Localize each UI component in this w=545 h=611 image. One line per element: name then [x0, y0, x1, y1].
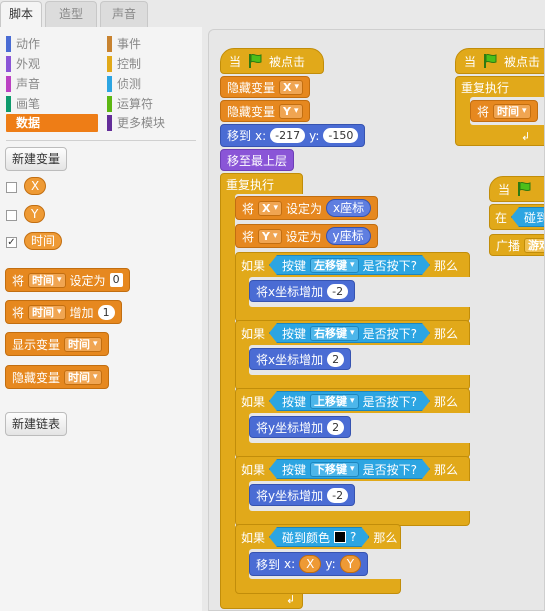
category-control[interactable]: 控制 [107, 55, 141, 73]
category-data[interactable]: 数据 [6, 114, 98, 132]
green-flag-icon [518, 181, 531, 196]
key-pressed-left-sensor[interactable]: 按键 左移键 是否按下? [269, 255, 430, 275]
key-pressed-down-sensor[interactable]: 按键 下移键 是否按下? [269, 459, 430, 479]
green-flag-icon [249, 53, 262, 68]
loop-arrow-icon: ↲ [286, 593, 296, 606]
new-variable-button[interactable]: 新建变量 [5, 147, 68, 171]
tab-sounds[interactable]: 声音 [100, 1, 148, 27]
value-input[interactable]: 1 [97, 304, 115, 320]
value-input[interactable]: 0 [109, 273, 123, 287]
change-variable-block[interactable]: 将 时间 增加 1 [5, 300, 122, 324]
key-dropdown[interactable]: 右移键 [310, 326, 359, 341]
wait-until-header: 在 碰到 [493, 206, 545, 228]
variable-x-reporter[interactable]: X [299, 555, 322, 573]
variable-dropdown[interactable]: X [279, 79, 304, 95]
variable-x-reporter[interactable]: X [24, 177, 47, 195]
change-x-block[interactable]: 将x坐标增加 -2 [249, 280, 356, 302]
category-sound[interactable]: 声音 [6, 75, 40, 93]
if-up-header: 如果 按键 上移键 是否按下? 那么 [237, 390, 462, 412]
y-position-reporter[interactable]: y座标 [325, 227, 371, 245]
category-motion[interactable]: 动作 [6, 35, 40, 53]
variable-dropdown[interactable]: 时间 [64, 336, 102, 352]
forever-label: 重复执行 [226, 177, 275, 192]
set-time-block[interactable]: 将 时间 [470, 100, 538, 122]
variable-dropdown[interactable]: Y [279, 103, 303, 119]
variable-dropdown[interactable]: 时间 [28, 272, 66, 288]
when-flag-clicked-hat[interactable]: 当 被点击 [220, 48, 324, 74]
go-to-front-block[interactable]: 移至最上层 [220, 149, 295, 171]
hide-variable-block[interactable]: 隐藏变量 时间 [5, 365, 109, 389]
scripts-area[interactable]: 当 被点击 隐藏变量 X 隐藏变量 Y 移到 x: -217 y: -150 移… [208, 29, 545, 611]
color-swatch[interactable] [334, 531, 346, 543]
when-flag-clicked-hat-2[interactable]: 当 被点击 [455, 48, 544, 74]
category-more-blocks[interactable]: 更多模块 [107, 114, 165, 132]
key-dropdown[interactable]: 下移键 [310, 462, 359, 477]
change-y-block[interactable]: 将y坐标增加 2 [249, 416, 352, 438]
variable-y-reporter[interactable]: Y [24, 205, 46, 223]
variable-dropdown[interactable]: Y [258, 228, 282, 244]
value-input[interactable]: -2 [327, 283, 349, 299]
touching-color-sensor[interactable]: 碰到颜色 ? [269, 527, 369, 547]
tab-bar: 脚本 造型 声音 [0, 0, 545, 28]
checkbox-x[interactable] [6, 182, 17, 193]
go-to-xy-block[interactable]: 移到 x: X y: Y [249, 552, 369, 576]
touching-sensor[interactable]: 碰到 [511, 207, 545, 227]
if-down-header: 如果 按键 下移键 是否按下? 那么 [237, 458, 462, 480]
green-flag-icon [484, 53, 497, 68]
message-dropdown[interactable]: 游戏 [524, 237, 544, 253]
checkbox-time[interactable]: ✓ [6, 237, 17, 248]
if-touching-color-header: 如果 碰到颜色 ? 那么 [237, 526, 401, 548]
block-palette: 动作 事件 外观 控制 声音 侦测 画笔 运算符 数据 更多模块 新建变量 X … [0, 27, 202, 611]
category-pen[interactable]: 画笔 [6, 95, 40, 113]
change-y-block[interactable]: 将y坐标增加 -2 [249, 484, 356, 506]
variable-dropdown[interactable]: X [258, 200, 283, 216]
set-y-block[interactable]: 将 Y 设定为 y座标 [235, 224, 378, 248]
if-right-header: 如果 按键 右移键 是否按下? 那么 [237, 322, 462, 344]
y-input[interactable]: -150 [323, 128, 359, 143]
key-pressed-right-sensor[interactable]: 按键 右移键 是否按下? [269, 323, 430, 343]
key-dropdown[interactable]: 上移键 [310, 394, 359, 409]
set-variable-block[interactable]: 将 时间 设定为 0 [5, 268, 130, 292]
palette-divider [6, 140, 196, 141]
value-input[interactable]: 2 [327, 351, 345, 367]
when-flag-clicked-hat-3[interactable]: 当 [489, 176, 544, 202]
broadcast-block[interactable]: 广播 游戏 [489, 234, 544, 256]
variable-time-reporter[interactable]: 时间 [24, 232, 63, 250]
key-pressed-up-sensor[interactable]: 按键 上移键 是否按下? [269, 391, 430, 411]
variable-y-reporter[interactable]: Y [339, 555, 362, 573]
hide-variable-x-block[interactable]: 隐藏变量 X [220, 76, 311, 98]
if-left-header: 如果 按键 左移键 是否按下? 那么 [237, 254, 462, 276]
variable-dropdown[interactable]: 时间 [64, 369, 102, 385]
tab-scripts[interactable]: 脚本 [0, 1, 42, 28]
value-input[interactable]: -2 [327, 487, 349, 503]
category-looks[interactable]: 外观 [6, 55, 40, 73]
loop-arrow-icon: ↲ [521, 130, 531, 143]
show-variable-block[interactable]: 显示变量 时间 [5, 332, 109, 356]
key-dropdown[interactable]: 左移键 [310, 258, 359, 273]
category-sensing[interactable]: 侦测 [107, 75, 141, 93]
tab-costumes[interactable]: 造型 [45, 1, 97, 27]
category-operators[interactable]: 运算符 [107, 95, 153, 113]
checkbox-y[interactable] [6, 210, 17, 221]
x-position-reporter[interactable]: x座标 [326, 199, 372, 217]
value-input[interactable]: 2 [327, 419, 345, 435]
hide-variable-y-block[interactable]: 隐藏变量 Y [220, 100, 310, 122]
variable-dropdown[interactable]: 时间 [28, 304, 66, 320]
variable-dropdown[interactable]: 时间 [493, 103, 531, 119]
category-events[interactable]: 事件 [107, 35, 141, 53]
go-to-xy-block[interactable]: 移到 x: -217 y: -150 [220, 124, 366, 147]
change-x-block[interactable]: 将x坐标增加 2 [249, 348, 352, 370]
new-list-button[interactable]: 新建链表 [5, 412, 68, 436]
set-x-block[interactable]: 将 X 设定为 x座标 [235, 196, 379, 220]
x-input[interactable]: -217 [270, 128, 306, 143]
forever-label-2: 重复执行 [461, 80, 510, 95]
